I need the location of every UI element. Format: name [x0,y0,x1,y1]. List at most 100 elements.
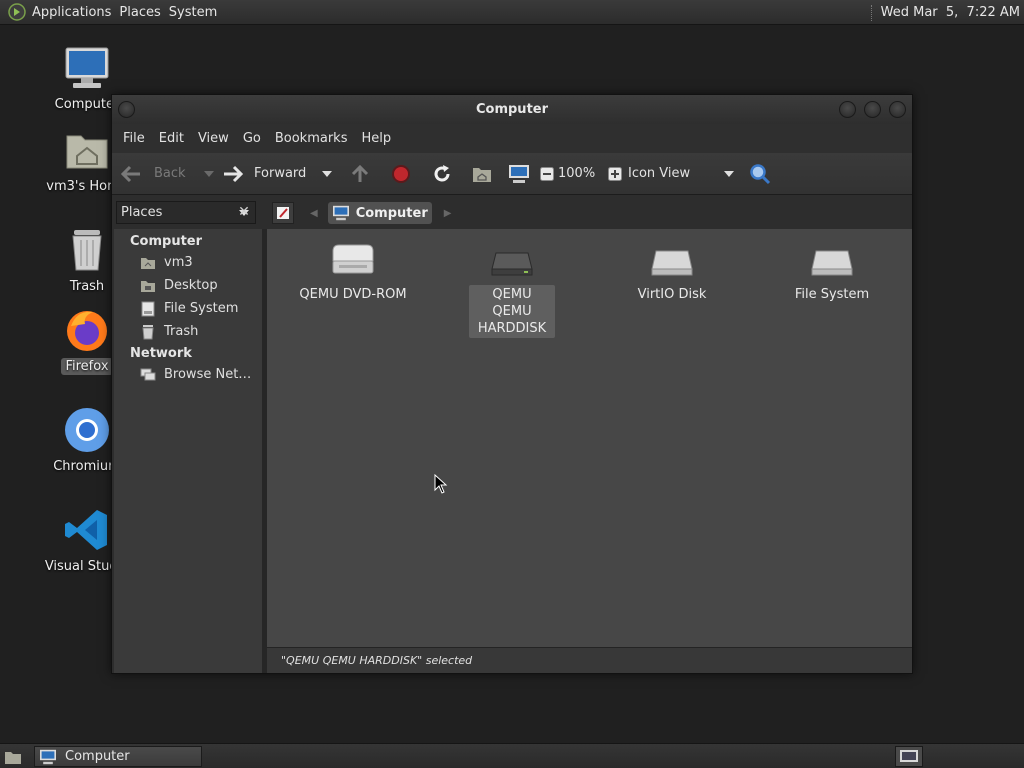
sidebar-item-file-system[interactable]: File System [114,297,262,320]
desktop-icon-label: Trash [69,279,105,294]
sidebar-item-vm3[interactable]: vm3 [114,251,262,274]
chromium-icon [65,408,109,452]
stop-icon [392,164,410,183]
file-manager-window: Computer File Edit View Go Bookmarks Hel… [111,94,913,674]
home-folder-icon [66,135,108,169]
chevron-down-icon [204,170,214,177]
back-button[interactable]: Back [120,159,196,189]
reload-button[interactable] [422,159,462,189]
forward-history-dropdown[interactable] [314,159,340,189]
computer-icon [40,749,56,764]
system-menu[interactable]: System [169,5,225,20]
close-sidebar-button[interactable]: ✕ [233,202,255,224]
workspace-switcher[interactable] [895,746,923,767]
toolbar: Back Forward 100% Icon View [112,153,912,195]
icon-view[interactable]: QEMU DVD-ROM QEMU QEMU HARDDISK VirtIO D… [267,229,912,647]
disk-drive-icon [811,250,853,276]
computer-button[interactable] [502,159,536,189]
applications-menu[interactable]: Applications [32,5,119,20]
sidebar-item-browse-network[interactable]: Browse Net… [114,363,262,386]
bottom-panel: Computer [0,743,1024,768]
sidebar-item-label: vm3 [164,255,193,270]
desktop-folder-icon [141,280,155,292]
item-qemu-harddisk[interactable]: QEMU QEMU HARDDISK [442,243,582,338]
up-arrow-icon [351,164,369,182]
sidebar-heading-computer: Computer [130,234,203,249]
search-button[interactable] [740,159,780,189]
zoom-out-button[interactable] [536,159,558,189]
zoom-level[interactable]: 100% [558,166,602,181]
trash-icon [142,324,154,339]
menu-go[interactable]: Go [236,131,268,146]
search-icon [750,163,771,184]
home-folder-icon [473,167,491,182]
home-folder-icon [141,257,155,269]
item-file-system[interactable]: File System [762,243,902,304]
taskbar-button-computer[interactable]: Computer [34,746,202,767]
sidebar-item-label: File System [164,301,239,316]
item-label: File System [794,287,870,302]
window-titlebar[interactable]: Computer [112,95,912,124]
breadcrumb-computer[interactable]: Computer [327,202,432,224]
mate-logo-icon[interactable] [8,3,26,21]
breadcrumb-label: Computer [355,205,428,221]
menubar: File Edit View Go Bookmarks Help [112,124,912,153]
zoom-in-button[interactable] [602,159,628,189]
sidebar-item-trash[interactable]: Trash [114,320,262,343]
firefox-icon [67,311,107,351]
view-mode-select[interactable]: Icon View [628,159,740,189]
maximize-button[interactable] [864,101,881,118]
close-button[interactable] [889,101,906,118]
item-virtio-disk[interactable]: VirtIO Disk [602,243,742,304]
computer-icon [332,205,349,221]
sidebar-heading-network: Network [130,346,192,361]
sidebar: Computer vm3 Desktop File System Trash N… [114,229,262,673]
menu-edit[interactable]: Edit [152,131,191,146]
show-desktop-button[interactable] [2,747,24,766]
crumb-right-arrow-icon[interactable]: ▶ [444,208,452,219]
window-title: Computer [475,102,549,117]
pencil-icon [277,207,289,219]
stop-button[interactable] [380,159,422,189]
edit-location-button[interactable] [272,202,294,224]
forward-arrow-icon [224,165,244,182]
location-bar: ◀ Computer ▶ [267,199,912,227]
disk-drive-icon [651,250,693,276]
zoom-in-icon [608,166,622,181]
places-menu[interactable]: Places [119,5,168,20]
sidebar-item-label: Browse Net… [164,367,252,382]
crumb-left-arrow-icon[interactable]: ◀ [310,208,318,219]
workspace-icon [900,749,918,762]
forward-label: Forward [254,166,307,181]
mouse-cursor-icon [434,474,448,494]
menu-view[interactable]: View [191,131,236,146]
sidebar-item-label: Desktop [164,278,218,293]
up-button[interactable] [340,159,380,189]
reload-icon [434,164,450,181]
back-label: Back [154,166,186,181]
forward-button[interactable]: Forward [222,159,314,189]
top-panel: Applications Places System Wed Mar 5, 7:… [0,0,1024,25]
taskbar-button-label: Computer [65,749,130,764]
sidebar-item-desktop[interactable]: Desktop [114,274,262,297]
item-label: QEMU DVD-ROM [299,287,407,302]
item-label: VirtIO Disk [637,287,707,302]
file-system-icon [141,301,155,316]
panel-separator [870,4,873,21]
back-history-dropdown[interactable] [196,159,222,189]
menu-help[interactable]: Help [354,131,398,146]
minimize-button[interactable] [839,101,856,118]
computer-icon [65,47,109,88]
sidebar-item-label: Trash [164,324,199,339]
clock[interactable]: Wed Mar 5, 7:22 AM [881,5,1020,20]
window-menu-icon[interactable] [118,101,135,118]
item-label: QEMU QEMU HARDDISK [469,285,555,338]
home-button[interactable] [462,159,502,189]
chevron-down-icon [322,170,332,177]
menu-bookmarks[interactable]: Bookmarks [268,131,355,146]
item-qemu-dvd-rom[interactable]: QEMU DVD-ROM [283,243,423,304]
view-mode-label: Icon View [628,166,691,181]
optical-drive-icon [332,244,374,274]
vscode-icon [65,510,107,550]
menu-file[interactable]: File [116,131,152,146]
